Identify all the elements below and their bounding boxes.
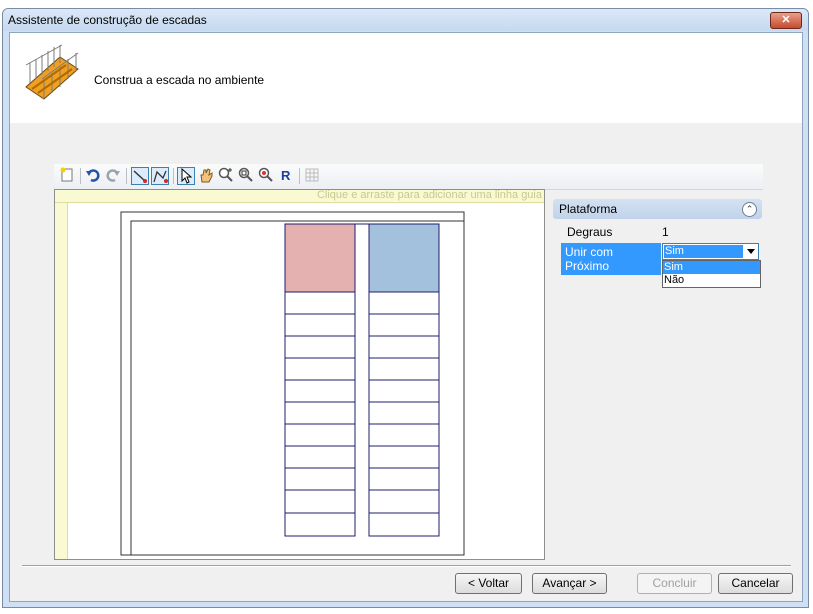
degraus-value[interactable]: 1 [662, 225, 669, 239]
wizard-window: Assistente de construção de escadas ✕ Co… [2, 8, 809, 608]
zoom-fit-icon[interactable] [257, 167, 275, 185]
draw-polyline-icon[interactable] [151, 167, 169, 185]
cancel-button[interactable]: Cancelar [718, 573, 793, 594]
close-button[interactable]: ✕ [770, 12, 802, 29]
degraus-label: Degraus [567, 225, 613, 239]
landing-right [368, 223, 440, 293]
back-button[interactable]: < Voltar [455, 573, 522, 594]
unir-proximo-options: Sim Não [662, 260, 761, 288]
properties-section-header[interactable]: Plataforma ⌃ [553, 199, 762, 219]
landing-left [284, 223, 356, 293]
header-instruction: Construa a escada no ambiente [94, 73, 265, 87]
canvas-toolbar: R [54, 164, 763, 190]
draw-line-icon[interactable] [131, 167, 149, 185]
zoom-window-icon[interactable] [237, 167, 255, 185]
unir-proximo-select[interactable]: Sim [662, 243, 759, 260]
redo-icon[interactable] [104, 167, 122, 185]
finish-button: Concluir [637, 573, 712, 594]
footer-divider [22, 565, 791, 567]
drawing-canvas[interactable]: Clique e arraste para adicionar uma linh… [54, 189, 545, 560]
unir-proximo-label: Unir com Próximo [561, 243, 661, 275]
unir-proximo-value: Sim [664, 245, 743, 258]
wizard-client-area: Construa a escada no ambiente R Clique e… [9, 32, 803, 602]
pan-hand-icon[interactable] [197, 167, 215, 185]
stair-icon [25, 44, 79, 100]
undo-icon[interactable] [84, 167, 102, 185]
title-bar: Assistente de construção de escadas ✕ [3, 9, 808, 31]
next-button[interactable]: Avançar > [532, 573, 607, 594]
stair-plan[interactable] [55, 190, 546, 561]
select-arrow-icon[interactable] [177, 167, 195, 185]
zoom-in-icon[interactable] [217, 167, 235, 185]
new-icon[interactable] [58, 167, 76, 185]
window-title: Assistente de construção de escadas [8, 13, 207, 27]
grid-disabled-icon [303, 167, 321, 185]
properties-panel: Plataforma ⌃ Degraus 1 Unir com Próximo … [553, 199, 762, 329]
dropdown-arrow-icon[interactable] [747, 249, 755, 254]
collapse-chevron-icon[interactable]: ⌃ [742, 202, 757, 217]
wizard-header: Construa a escada no ambiente [10, 33, 802, 123]
section-title: Plataforma [559, 202, 618, 216]
redraw-icon[interactable]: R [277, 167, 295, 185]
option-nao[interactable]: Não [663, 274, 760, 287]
svg-text:R: R [281, 168, 291, 183]
option-sim[interactable]: Sim [663, 261, 760, 274]
